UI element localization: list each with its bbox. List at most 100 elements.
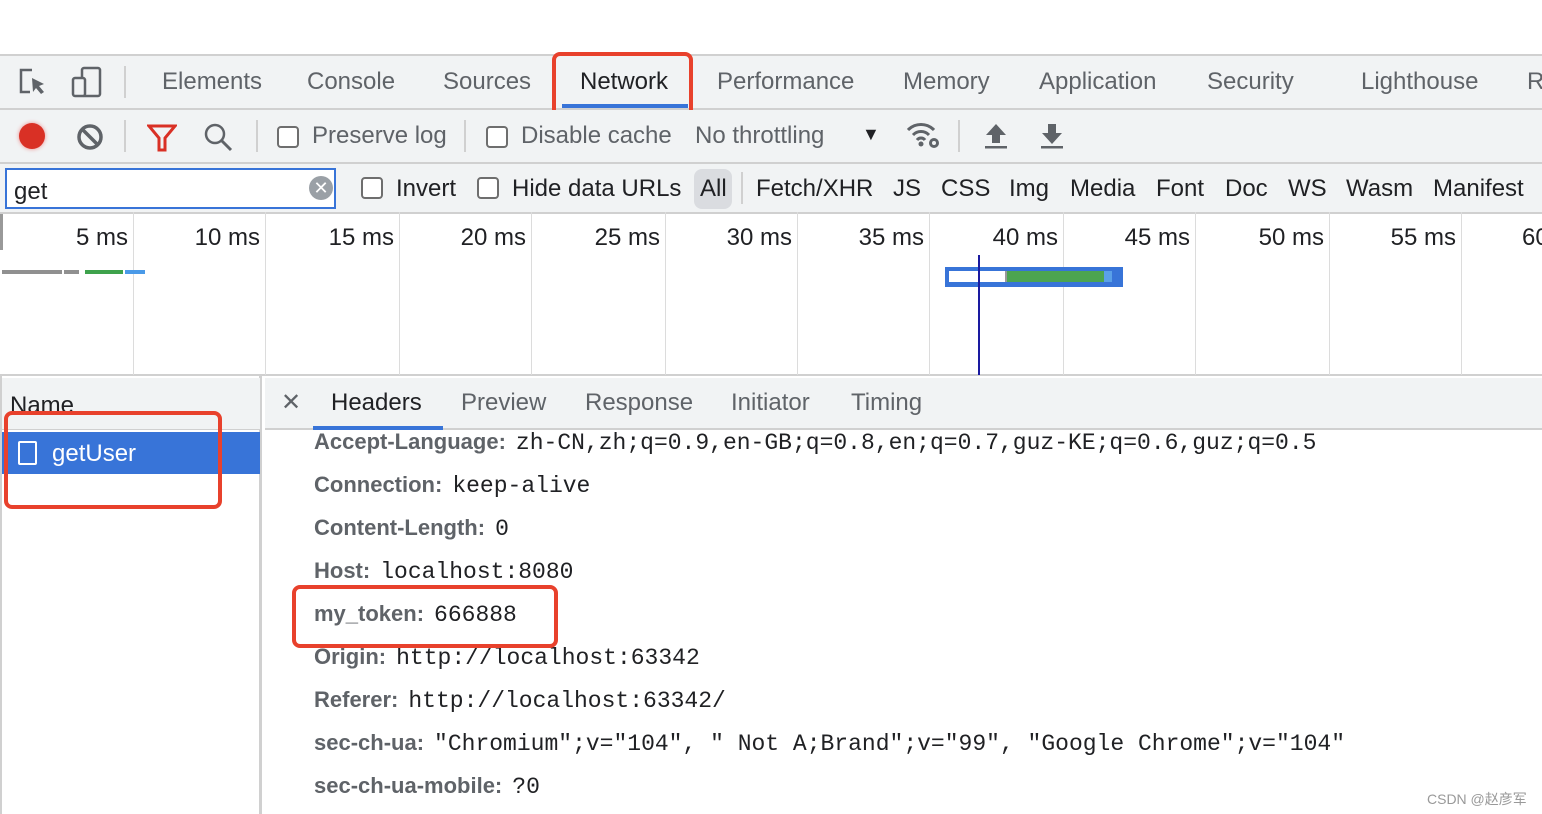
filter-fetch-xhr[interactable]: Fetch/XHR [756, 175, 873, 203]
tab-memory[interactable]: Memory [903, 68, 990, 96]
disable-cache-label: Disable cache [521, 122, 672, 149]
chevron-down-icon[interactable]: ▼ [862, 124, 880, 145]
clear-icon[interactable] [76, 123, 104, 151]
record-icon[interactable] [19, 123, 45, 149]
header-row: sec-ch-ua: "Chromium";v="104", " Not A;Br… [314, 730, 1345, 757]
filter-js[interactable]: JS [893, 175, 921, 203]
tab-headers[interactable]: Headers [331, 389, 422, 417]
clear-filter-icon[interactable]: ✕ [309, 176, 333, 200]
filter-doc[interactable]: Doc [1225, 175, 1268, 203]
timeline-handle[interactable] [0, 214, 3, 250]
tab-more[interactable]: R [1527, 68, 1542, 96]
tab-console[interactable]: Console [307, 68, 395, 96]
filter-font[interactable]: Font [1156, 175, 1204, 203]
overview-bar-stalled [64, 270, 79, 274]
tab-elements[interactable]: Elements [162, 68, 262, 96]
timeline-tick-label: 50 ms [1258, 224, 1324, 251]
divider [256, 120, 258, 152]
hide-data-urls-checkbox[interactable] [477, 177, 499, 199]
header-row: Referer: http://localhost:63342/ [314, 687, 726, 714]
header-value: ?0 [512, 774, 540, 800]
timeline-gridline [265, 212, 266, 375]
filter-input[interactable]: get ✕ [5, 168, 336, 209]
tab-preview[interactable]: Preview [461, 389, 546, 417]
dom-content-loaded-marker [978, 255, 980, 375]
inspect-element-icon[interactable] [18, 68, 50, 98]
filter-css[interactable]: CSS [941, 175, 990, 203]
filter-input-value: get [14, 178, 48, 205]
tab-response[interactable]: Response [585, 389, 693, 417]
export-har-icon[interactable] [1039, 122, 1065, 150]
header-key: Connection: [314, 472, 443, 497]
highlight-request [4, 411, 222, 509]
tab-timing[interactable]: Timing [851, 389, 922, 417]
timeline-gridline [929, 212, 930, 375]
timeline-tick-label: 10 ms [194, 224, 260, 251]
header-value: keep-alive [452, 473, 591, 499]
filter-manifest[interactable]: Manifest [1433, 175, 1524, 203]
timeline-tick-label: 40 ms [992, 224, 1058, 251]
timeline-tick-label: 45 ms [1124, 224, 1190, 251]
overview-bar-queue [2, 270, 62, 274]
preserve-log-label: Preserve log [312, 122, 447, 149]
tab-initiator[interactable]: Initiator [731, 389, 810, 417]
header-value: http://localhost:63342/ [408, 688, 726, 714]
throttling-select[interactable]: No throttling [695, 122, 824, 150]
tab-performance[interactable]: Performance [717, 68, 854, 96]
hide-data-urls-label: Hide data URLs [512, 175, 682, 202]
divider [741, 172, 743, 204]
overview-bar-waiting [85, 270, 123, 274]
timeline-gridline [1195, 212, 1196, 375]
timeline-gridline [133, 212, 134, 375]
timeline-tick-label: 20 ms [460, 224, 526, 251]
header-key: Content-Length: [314, 515, 486, 540]
timeline-tick-label: 35 ms [858, 224, 924, 251]
header-row: Host: localhost:8080 [314, 558, 573, 585]
header-row: Connection: keep-alive [314, 472, 590, 499]
divider [124, 66, 126, 98]
device-toolbar-icon[interactable] [70, 66, 104, 100]
tab-sources[interactable]: Sources [443, 68, 531, 96]
timeline-gridline [797, 212, 798, 375]
filter-wasm[interactable]: Wasm [1346, 175, 1413, 203]
header-row: Content-Length: 0 [314, 515, 509, 542]
header-value: http://localhost:63342 [396, 645, 700, 671]
invert-checkbox[interactable] [361, 177, 383, 199]
divider [124, 120, 126, 152]
header-value: 0 [495, 516, 509, 542]
filter-icon[interactable] [147, 124, 177, 152]
filter-img[interactable]: Img [1009, 175, 1049, 203]
header-key: Referer: [314, 687, 399, 712]
timeline-tick-label: 60 [1522, 224, 1542, 251]
invert-label: Invert [396, 175, 457, 202]
tab-security[interactable]: Security [1207, 68, 1294, 96]
preserve-log-checkbox[interactable] [277, 126, 299, 148]
filter-all[interactable]: All [700, 175, 727, 203]
timeline-gridline [665, 212, 666, 375]
filter-media[interactable]: Media [1070, 175, 1135, 203]
timeline-tick-label: 15 ms [328, 224, 394, 251]
close-icon[interactable]: ✕ [281, 388, 301, 417]
timeline-gridline [531, 212, 532, 375]
search-icon[interactable] [203, 122, 233, 152]
request-timing-bar [945, 267, 1123, 287]
header-row: sec-ch-ua-mobile: ?0 [314, 773, 540, 800]
filter-ws[interactable]: WS [1288, 175, 1327, 203]
timeline-gridline [1461, 212, 1462, 375]
header-row: Origin: http://localhost:63342 [314, 644, 700, 671]
overview-bar-download [125, 270, 145, 274]
tab-lighthouse[interactable]: Lighthouse [1361, 68, 1478, 96]
timeline-gridline [1063, 212, 1064, 375]
timeline-gridline [1329, 212, 1330, 375]
timeline-tick-label: 25 ms [594, 224, 660, 251]
tab-application[interactable]: Application [1039, 68, 1156, 96]
watermark: CSDN @赵彦军 [1427, 791, 1527, 807]
disable-cache-checkbox[interactable] [486, 126, 508, 148]
network-conditions-icon[interactable] [905, 120, 941, 150]
timeline-tick-label: 5 ms [75, 224, 128, 251]
divider [958, 120, 960, 152]
import-har-icon[interactable] [983, 122, 1009, 150]
header-value: zh-CN,zh;q=0.9,en-GB;q=0.8,en;q=0.7,guz-… [515, 430, 1317, 456]
timeline-tick-label: 30 ms [726, 224, 792, 251]
header-key: Host: [314, 558, 371, 583]
